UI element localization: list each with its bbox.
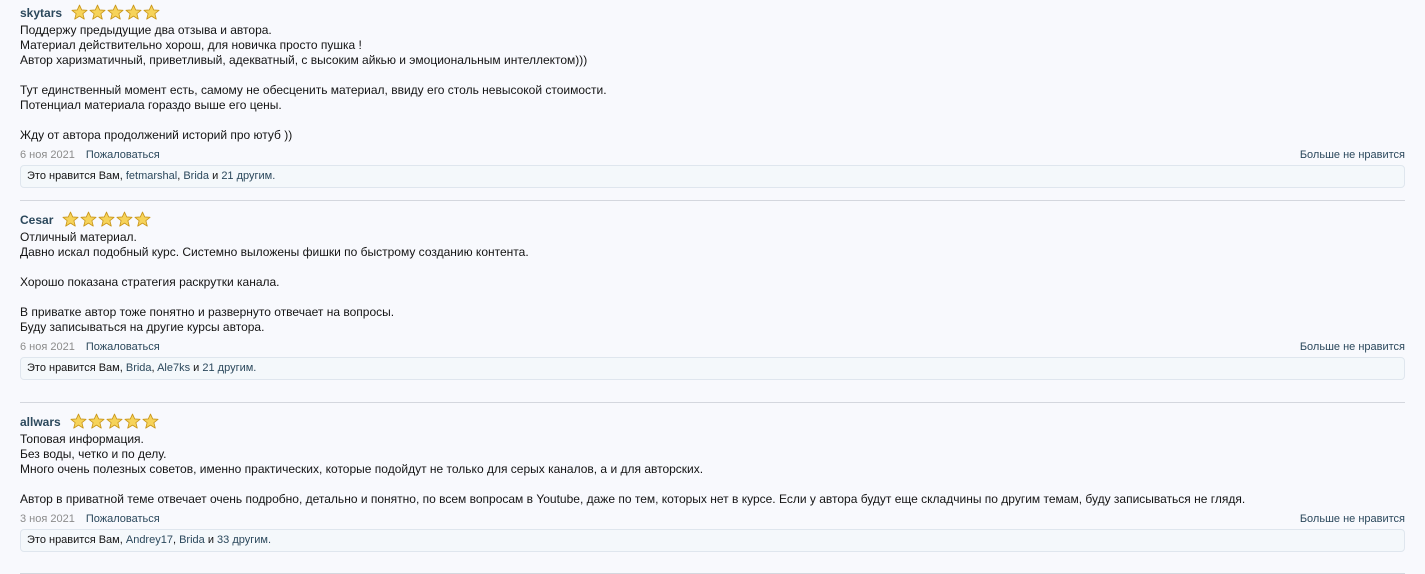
review-meta: 6 ноя 2021 Пожаловаться Больше не нравит… — [20, 147, 1405, 163]
review-text: Топовая информация. Без воды, четко и по… — [20, 432, 1246, 506]
likes-separator: , — [177, 170, 181, 182]
star-icon — [134, 211, 151, 227]
liker-link[interactable]: fetmarshal — [126, 170, 177, 182]
star-icon — [70, 413, 87, 429]
likes-summary: Это нравится Вам, fetmarshal, Brida и 21… — [20, 165, 1405, 188]
liker-link[interactable]: Brida — [179, 534, 205, 546]
star-icon — [107, 4, 124, 20]
review-item: skytars Поддержу предыдущие два отзыва и… — [20, 3, 1405, 201]
review-author-link[interactable]: skytars — [20, 6, 62, 20]
likes-separator: , — [172, 534, 177, 546]
report-link[interactable]: Пожаловаться — [86, 341, 160, 353]
likes-others-link[interactable]: 21 другим. — [221, 170, 275, 182]
likes-others-link[interactable]: 21 другим. — [202, 362, 256, 374]
review-text: Отличный материал. Давно искал подобный … — [20, 230, 529, 334]
review-date: 3 ноя 2021 — [20, 513, 75, 525]
likes-prefix: Это нравится Вам, — [27, 534, 123, 546]
star-icon — [116, 211, 133, 227]
liker-link[interactable]: Ale7ks — [157, 362, 190, 374]
likes-prefix: Это нравится Вам, — [27, 362, 123, 374]
report-link[interactable]: Пожаловаться — [86, 149, 160, 161]
review-meta: 3 ноя 2021 Пожаловаться Больше не нравит… — [20, 511, 1405, 527]
unlike-link[interactable]: Больше не нравится — [1300, 513, 1405, 525]
star-icon — [71, 4, 88, 20]
star-icon — [124, 413, 141, 429]
review-header: allwars — [20, 412, 1405, 431]
star-icon — [142, 413, 159, 429]
review-list: skytars Поддержу предыдущие два отзыва и… — [20, 0, 1405, 574]
likes-separator: , — [151, 362, 155, 374]
likes-summary: Это нравится Вам, Brida, Ale7ks и 21 дру… — [20, 357, 1405, 380]
likes-prefix: Это нравится Вам, — [27, 170, 123, 182]
likes-and: и — [193, 362, 200, 374]
review-item: allwars Топовая информация. Без воды, че… — [20, 412, 1405, 574]
likes-and: и — [207, 534, 214, 546]
liker-link[interactable]: Brida — [183, 170, 209, 182]
star-icon — [106, 413, 123, 429]
unlike-link[interactable]: Больше не нравится — [1300, 149, 1405, 161]
star-icon — [98, 211, 115, 227]
star-icon — [125, 4, 142, 20]
review-header: Cesar — [20, 210, 1405, 229]
review-header: skytars — [20, 3, 1405, 22]
review-text: Поддержу предыдущие два отзыва и автора.… — [20, 23, 607, 142]
rating-stars — [62, 211, 151, 228]
rating-stars — [70, 413, 159, 430]
unlike-link[interactable]: Больше не нравится — [1300, 341, 1405, 353]
likes-others-link[interactable]: 33 другим. — [217, 534, 271, 546]
review-date: 6 ноя 2021 — [20, 341, 75, 353]
likes-summary: Это нравится Вам, Andrey17, Brida и 33 д… — [20, 529, 1405, 552]
star-icon — [80, 211, 97, 227]
report-link[interactable]: Пожаловаться — [86, 513, 160, 525]
review-author-link[interactable]: Cesar — [20, 213, 53, 227]
rating-stars — [71, 4, 160, 21]
liker-link[interactable]: Brida — [126, 362, 152, 374]
review-meta: 6 ноя 2021 Пожаловаться Больше не нравит… — [20, 339, 1405, 355]
review-item: Cesar Отличный материал. Давно искал под… — [20, 210, 1405, 403]
star-icon — [89, 4, 106, 20]
liker-link[interactable]: Andrey17 — [126, 534, 173, 546]
star-icon — [143, 4, 160, 20]
review-author-link[interactable]: allwars — [20, 415, 61, 429]
star-icon — [88, 413, 105, 429]
star-icon — [62, 211, 79, 227]
review-date: 6 ноя 2021 — [20, 149, 75, 161]
likes-and: и — [212, 170, 219, 182]
